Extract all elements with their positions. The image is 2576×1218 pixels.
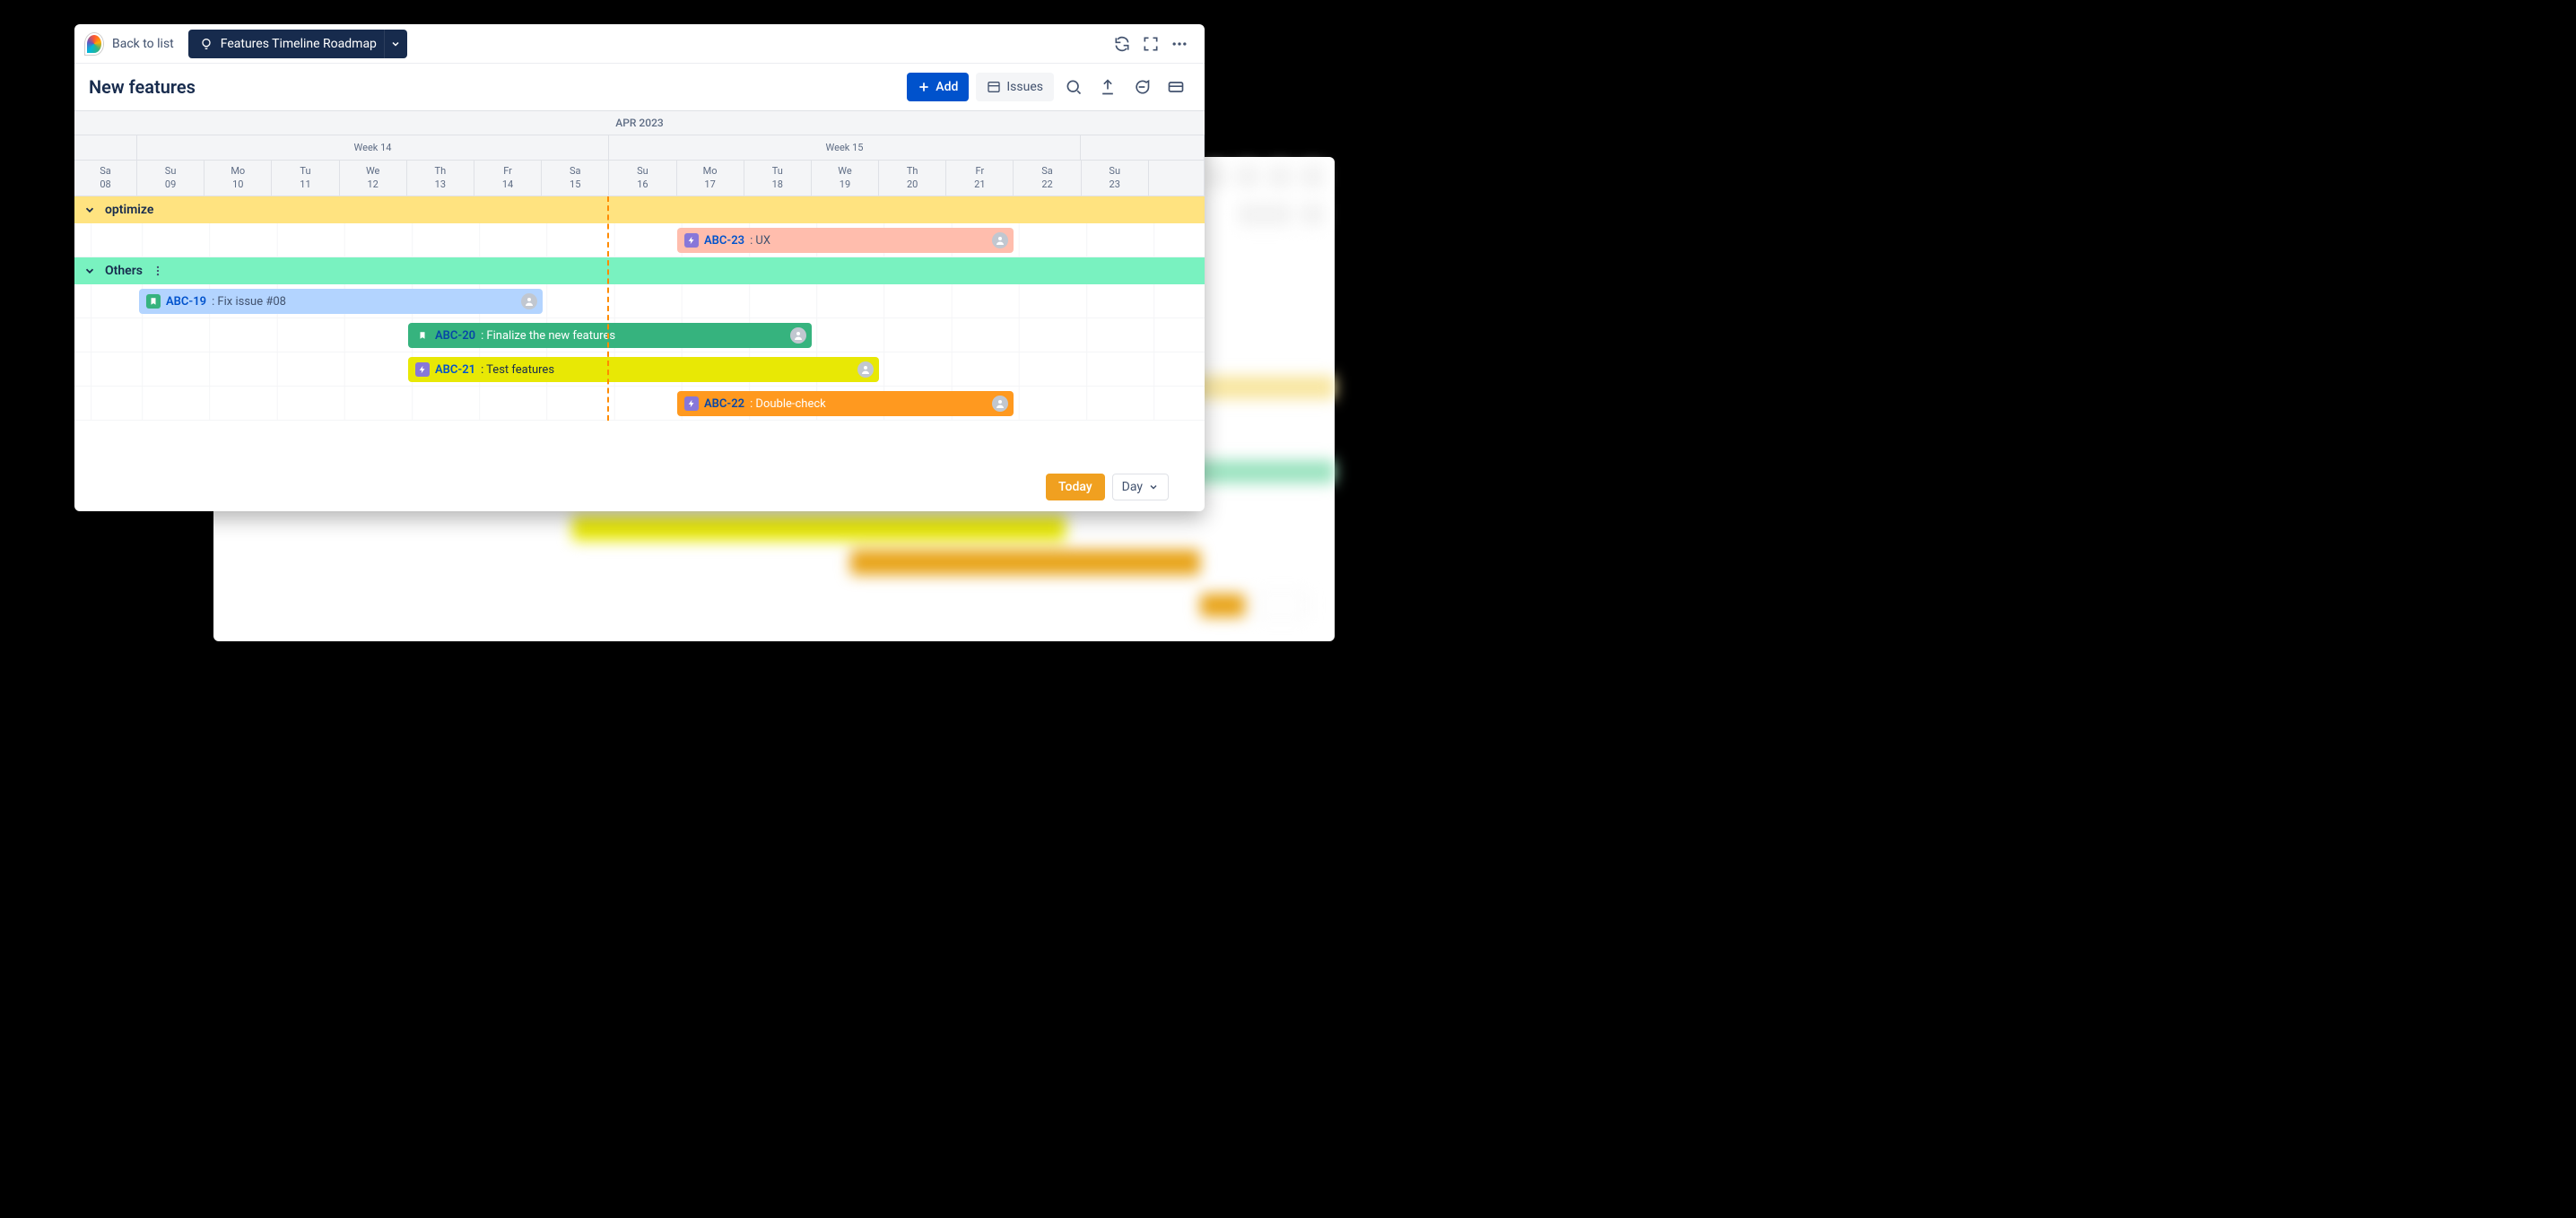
day-cell: Mo10 — [205, 161, 272, 196]
chevron-down-icon — [1148, 482, 1159, 492]
task-title: : Finalize the new features — [481, 329, 615, 343]
add-button-label: Add — [936, 80, 958, 94]
card-button[interactable] — [1162, 73, 1190, 101]
day-header: Sa08Su09Mo10Tu11We12Th13Fr14Sa15Su16Mo17… — [74, 161, 1205, 196]
task-bar-abc23[interactable]: ABC-23 : UX — [677, 228, 1014, 253]
lightbulb-icon — [199, 37, 213, 51]
add-button[interactable]: Add — [907, 73, 969, 101]
comment-button[interactable] — [1127, 73, 1156, 101]
epic-type-icon — [684, 396, 699, 411]
sync-icon — [1113, 35, 1131, 53]
week-cell: Week 15 — [609, 135, 1081, 160]
timeline-lane: ABC-21 : Test features — [74, 352, 1205, 387]
issues-button-label: Issues — [1006, 80, 1043, 94]
header-bar: Back to list Features Timeline Roadmap — [74, 24, 1205, 64]
task-key: ABC-23 — [704, 234, 744, 248]
month-header: APR 2023 — [74, 110, 1205, 135]
day-cell: Su16 — [609, 161, 676, 196]
chevron-down-icon — [83, 204, 96, 216]
day-cell: Sa15 — [542, 161, 609, 196]
story-type-icon — [146, 294, 161, 309]
timeline: APR 2023 Week 14 Week 15 Sa08Su09Mo10Tu1… — [74, 110, 1205, 421]
roadmap-selector-button[interactable]: Features Timeline Roadmap — [188, 30, 387, 58]
card-icon — [1167, 78, 1185, 96]
group-menu-button[interactable] — [152, 265, 164, 277]
today-button[interactable]: Today — [1046, 474, 1105, 500]
collapse-toggle[interactable] — [83, 265, 96, 277]
task-bar-abc21[interactable]: ABC-21 : Test features — [408, 357, 879, 382]
task-bar-abc20[interactable]: ABC-20 : Finalize the new features — [408, 323, 812, 348]
day-cell: Fr14 — [474, 161, 542, 196]
timeline-lane: ABC-22 : Double-check — [74, 387, 1205, 421]
group-header-optimize[interactable]: optimize — [74, 196, 1205, 223]
footer-controls: Today Day — [1046, 474, 1169, 500]
back-to-list-link[interactable]: Back to list — [112, 37, 174, 51]
group-label: optimize — [105, 203, 153, 217]
task-title: : UX — [750, 234, 770, 248]
assignee-avatar[interactable] — [521, 293, 537, 309]
plus-icon — [918, 81, 930, 93]
task-key: ABC-19 — [166, 295, 206, 309]
dots-vertical-icon — [152, 265, 164, 277]
timeline-body[interactable]: optimize ABC-23 : UX Others — [74, 196, 1205, 421]
fullscreen-button[interactable] — [1136, 30, 1165, 58]
story-type-icon — [415, 328, 430, 343]
main-window: Back to list Features Timeline Roadmap N… — [74, 24, 1205, 511]
export-button[interactable] — [1093, 73, 1122, 101]
upload-icon — [1099, 78, 1117, 96]
task-key: ABC-21 — [435, 363, 475, 377]
dots-horizontal-icon — [1171, 35, 1188, 53]
epic-type-icon — [684, 233, 699, 248]
task-key: ABC-20 — [435, 329, 475, 343]
assignee-avatar[interactable] — [857, 361, 874, 378]
collapse-toggle[interactable] — [83, 204, 96, 216]
day-cell: We12 — [340, 161, 407, 196]
task-bar-abc19[interactable]: ABC-19 : Fix issue #08 — [139, 289, 543, 314]
day-cell: Su09 — [137, 161, 205, 196]
zoom-label: Day — [1122, 480, 1143, 494]
roadmap-selector-label: Features Timeline Roadmap — [221, 37, 377, 51]
week-cell: Week 14 — [137, 135, 609, 160]
issues-button[interactable]: Issues — [976, 73, 1054, 101]
assignee-avatar[interactable] — [992, 232, 1008, 248]
day-cell: Fr21 — [946, 161, 1014, 196]
day-cell: Th13 — [407, 161, 474, 196]
timeline-lane: ABC-20 : Finalize the new features — [74, 318, 1205, 352]
issues-icon — [987, 80, 1001, 94]
task-title: : Double-check — [750, 397, 826, 411]
chevron-down-icon — [390, 39, 401, 49]
roadmap-dropdown-toggle[interactable] — [384, 30, 407, 58]
timeline-lane: ABC-23 : UX — [74, 223, 1205, 257]
title-bar: New features Add Issues — [74, 64, 1205, 110]
timeline-lane: ABC-19 : Fix issue #08 — [74, 284, 1205, 318]
app-logo-icon — [85, 33, 103, 55]
search-button[interactable] — [1059, 73, 1088, 101]
chevron-down-icon — [83, 265, 96, 277]
task-key: ABC-22 — [704, 397, 744, 411]
sync-button[interactable] — [1108, 30, 1136, 58]
day-cell: Sa08 — [74, 161, 137, 196]
epic-type-icon — [415, 362, 430, 377]
search-icon — [1065, 78, 1083, 96]
week-header: Week 14 Week 15 — [74, 135, 1205, 161]
day-cell: Mo17 — [677, 161, 744, 196]
day-cell: We19 — [812, 161, 879, 196]
task-title: : Fix issue #08 — [212, 295, 286, 309]
assignee-avatar[interactable] — [992, 396, 1008, 412]
task-bar-abc22[interactable]: ABC-22 : Double-check — [677, 391, 1014, 416]
page-title: New features — [89, 76, 196, 98]
expand-icon — [1142, 35, 1160, 53]
group-label: Others — [105, 264, 143, 278]
comment-icon — [1133, 78, 1151, 96]
day-cell: Su23 — [1082, 161, 1149, 196]
day-cell: Tu18 — [744, 161, 812, 196]
assignee-avatar[interactable] — [790, 327, 806, 344]
zoom-selector[interactable]: Day — [1112, 474, 1169, 500]
day-cell: Th20 — [879, 161, 946, 196]
day-cell: Tu11 — [272, 161, 339, 196]
task-title: : Test features — [481, 363, 554, 377]
more-menu-button[interactable] — [1165, 30, 1194, 58]
day-cell: Sa22 — [1014, 161, 1081, 196]
group-header-others[interactable]: Others — [74, 257, 1205, 284]
